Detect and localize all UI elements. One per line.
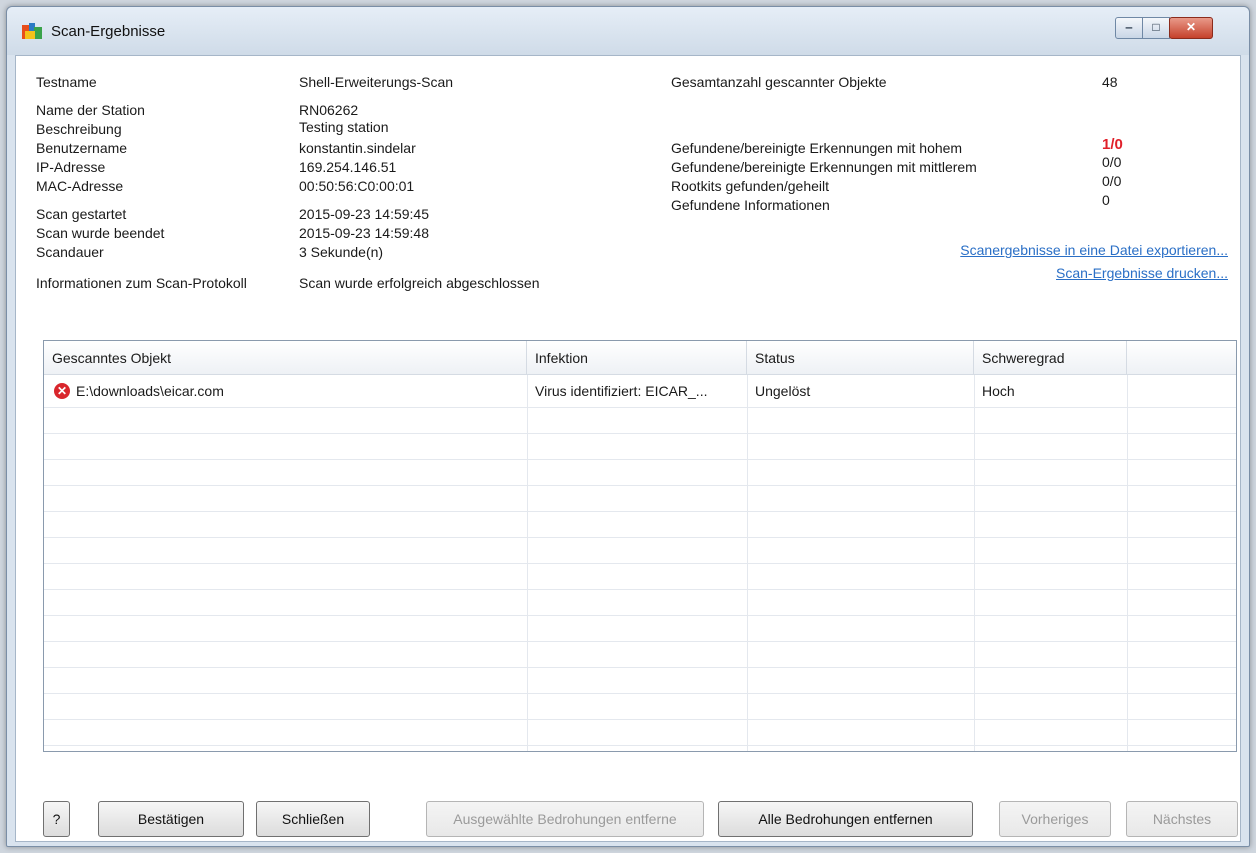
value-ip: 169.254.146.51 (299, 159, 397, 175)
close-window-button[interactable]: ✕ (1169, 17, 1213, 39)
label-scan-started: Scan gestartet (36, 206, 127, 222)
row-divider (44, 537, 1236, 538)
column-header-status[interactable]: Status (747, 341, 974, 375)
label-high-detections: Gefundene/bereinigte Erkennungen mit hoh… (671, 140, 963, 156)
row-divider (44, 589, 1236, 590)
cell-infection: Virus identifiziert: EICAR_... (535, 383, 708, 399)
column-header-infection[interactable]: Infektion (527, 341, 747, 375)
row-divider (44, 667, 1236, 668)
value-scan-log-info: Scan wurde erfolgreich abgeschlossen (299, 275, 540, 291)
value-mac: 00:50:56:C0:00:01 (299, 178, 415, 194)
label-username: Benutzername (36, 140, 128, 156)
row-divider (44, 459, 1236, 460)
export-results-link[interactable]: Scanergebnisse in eine Datei exportieren… (960, 242, 1228, 258)
row-divider (44, 615, 1236, 616)
label-rootkits: Rootkits gefunden/geheilt (671, 178, 829, 194)
previous-button[interactable]: Vorheriges (999, 801, 1111, 837)
window-title: Scan-Ergebnisse (51, 23, 166, 40)
value-total-scanned: 48 (1102, 74, 1118, 90)
column-header-object[interactable]: Gescanntes Objekt (44, 341, 527, 375)
help-button[interactable]: ? (43, 801, 70, 837)
scan-results-window: Scan-Ergebnisse ‒ □ ✕ Testname Shell-Erw… (6, 6, 1250, 847)
row-divider (44, 485, 1236, 486)
label-medium-detections: Gefundene/bereinigte Erkennungen mit mit… (671, 159, 977, 175)
maximize-button[interactable]: □ (1142, 17, 1170, 39)
remove-all-threats-button[interactable]: Alle Bedrohungen entfernen (718, 801, 973, 837)
results-panel: Testname Shell-Erweiterungs-Scan Name de… (15, 55, 1241, 842)
row-divider (44, 641, 1236, 642)
column-header-severity[interactable]: Schweregrad (974, 341, 1127, 375)
label-information-found: Gefundene Informationen (671, 197, 830, 213)
value-scan-started: 2015-09-23 14:59:45 (299, 206, 429, 222)
label-description: Beschreibung (36, 121, 122, 137)
row-divider (44, 693, 1236, 694)
scan-results-table[interactable]: Gescanntes Objekt Infektion Status Schwe… (43, 340, 1237, 752)
row-divider (44, 719, 1236, 720)
minimize-icon: ‒ (1125, 20, 1133, 34)
close-button[interactable]: Schließen (256, 801, 370, 837)
label-scan-duration: Scandauer (36, 244, 104, 260)
error-icon: ✕ (54, 383, 70, 399)
value-high-detections: 1/0 (1102, 136, 1123, 153)
next-button[interactable]: Nächstes (1126, 801, 1238, 837)
row-divider (44, 745, 1236, 746)
row-divider (44, 511, 1236, 512)
label-mac: MAC-Adresse (36, 178, 124, 194)
value-username: konstantin.sindelar (299, 140, 416, 156)
value-rootkits: 0/0 (1102, 173, 1122, 189)
value-description: Testing station (299, 119, 389, 135)
print-results-link[interactable]: Scan-Ergebnisse drucken... (1056, 265, 1228, 281)
title-bar[interactable]: Scan-Ergebnisse ‒ □ ✕ (7, 7, 1249, 55)
table-header: Gescanntes Objekt Infektion Status Schwe… (44, 341, 1236, 375)
row-divider (44, 563, 1236, 564)
value-testname: Shell-Erweiterungs-Scan (299, 74, 454, 90)
row-divider (44, 433, 1236, 434)
row-divider (44, 407, 1236, 408)
label-scan-log-info: Informationen zum Scan-Protokoll (36, 275, 247, 291)
value-scan-duration: 3 Sekunde(n) (299, 244, 384, 260)
avg-logo-icon (22, 23, 42, 39)
label-total-scanned: Gesamtanzahl gescannter Objekte (671, 74, 887, 90)
value-medium-detections: 0/0 (1102, 154, 1122, 170)
confirm-button[interactable]: Bestätigen (98, 801, 244, 837)
label-testname: Testname (36, 74, 97, 90)
minimize-button[interactable]: ‒ (1115, 17, 1143, 39)
close-icon: ✕ (1185, 20, 1197, 34)
value-information-found: 0 (1102, 192, 1110, 208)
label-station: Name der Station (36, 102, 145, 118)
label-scan-ended: Scan wurde beendet (36, 225, 165, 241)
remove-selected-threats-button[interactable]: Ausgewählte Bedrohungen entferne (426, 801, 704, 837)
cell-object: E:\downloads\eicar.com (76, 383, 224, 399)
label-ip: IP-Adresse (36, 159, 106, 175)
maximize-icon: □ (1152, 20, 1160, 34)
value-scan-ended: 2015-09-23 14:59:48 (299, 225, 429, 241)
column-header-filler (1127, 341, 1236, 375)
cell-severity: Hoch (982, 383, 1015, 399)
cell-status: Ungelöst (755, 383, 811, 399)
value-station: RN06262 (299, 102, 359, 118)
